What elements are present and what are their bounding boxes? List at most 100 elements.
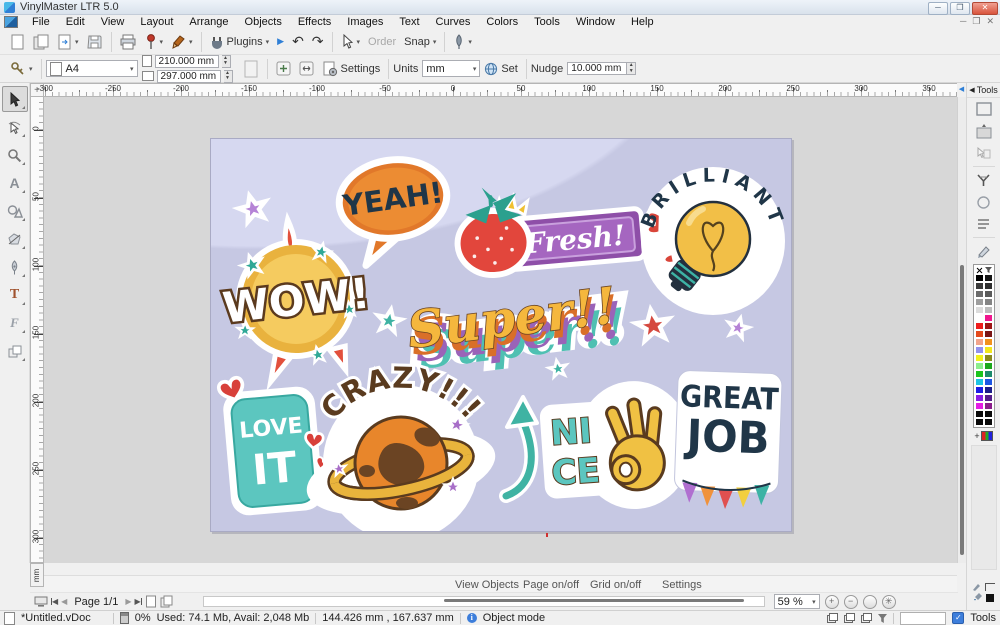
color-swatch[interactable]	[975, 330, 984, 338]
zoom-fit-button[interactable]	[863, 595, 877, 609]
redo-button[interactable]: ↷	[308, 31, 328, 53]
eraser-pen-button[interactable]	[972, 240, 996, 262]
tools-panel-header[interactable]: ◀ Tools	[967, 83, 1000, 98]
sticker-crazy[interactable]: CRAZY!!!	[299, 360, 503, 531]
menu-edit[interactable]: Edit	[58, 16, 93, 28]
undo-button[interactable]: ↶	[288, 31, 308, 53]
align-lines-button[interactable]	[972, 213, 996, 235]
menu-effects[interactable]: Effects	[290, 16, 339, 28]
nudge-field[interactable]: 10.000 mm	[567, 62, 627, 75]
color-swatch[interactable]	[984, 330, 993, 338]
vertical-ruler[interactable]: 050100150200250300	[30, 97, 44, 563]
copy-page-icon[interactable]	[160, 595, 174, 608]
tool-select[interactable]	[2, 86, 28, 112]
horizontal-scrollbar-thumb[interactable]	[444, 599, 744, 602]
vertical-scrollbar-thumb[interactable]	[960, 265, 964, 555]
horizontal-scrollbar[interactable]	[203, 596, 765, 607]
color-swatch[interactable]	[975, 402, 984, 410]
color-swatch[interactable]	[975, 322, 984, 330]
color-swatch[interactable]	[975, 418, 984, 426]
color-swatch[interactable]	[984, 306, 993, 314]
pin-button[interactable]: ▾	[141, 31, 168, 53]
sticker-brilliant[interactable]: BRILLIANT	[637, 164, 789, 315]
open-document-button[interactable]	[29, 31, 53, 53]
color-swatch[interactable]	[975, 410, 984, 418]
color-swatch[interactable]	[975, 386, 984, 394]
color-swatch[interactable]	[975, 314, 984, 322]
menu-help[interactable]: Help	[623, 16, 662, 28]
color-swatch[interactable]	[984, 338, 993, 346]
units-select[interactable]: mm ▾	[422, 60, 480, 77]
doc-restore-button[interactable]: ❐	[972, 16, 980, 27]
new-document-button[interactable]	[6, 31, 29, 53]
doc-minimize-button[interactable]: ─	[960, 16, 966, 27]
restore-button[interactable]: ❐	[950, 2, 970, 15]
system-menu-icon[interactable]	[4, 16, 18, 28]
sticker-great-job[interactable]: GREAT JOB	[674, 370, 783, 511]
arrow-sticker[interactable]	[506, 397, 537, 496]
color-swatch[interactable]	[975, 298, 984, 306]
fill-color-indicator[interactable]	[986, 594, 994, 602]
tool-node-edit[interactable]	[2, 114, 28, 140]
color-swatch[interactable]	[984, 394, 993, 402]
sticker-super[interactable]: Super!! Super!! Super!! Super!! Super!!	[404, 275, 630, 382]
color-swatch[interactable]	[984, 378, 993, 386]
color-swatch[interactable]	[975, 290, 984, 298]
import-button[interactable]: ▾	[53, 31, 83, 53]
minimize-button[interactable]: ─	[928, 2, 948, 15]
fill-none-button[interactable]	[972, 98, 996, 120]
color-swatch[interactable]	[984, 386, 993, 394]
tools-checkbox[interactable]: ✓	[952, 612, 964, 624]
color-swatch[interactable]	[984, 410, 993, 418]
color-swatch[interactable]	[984, 346, 993, 354]
page-settings-button[interactable]: Settings	[318, 58, 385, 80]
color-swatch[interactable]	[984, 298, 993, 306]
prev-page-button[interactable]: ◀	[61, 597, 67, 606]
add-palette-button[interactable]: +	[974, 431, 992, 441]
view-objects-link[interactable]: View Objects	[455, 579, 519, 591]
menu-layout[interactable]: Layout	[132, 16, 181, 28]
close-button[interactable]: ✕	[972, 2, 998, 15]
canvas[interactable]: YEAH! WOW!	[44, 97, 957, 563]
tool-duplicate[interactable]	[2, 338, 28, 364]
grid-onoff-link[interactable]: Grid on/off	[590, 579, 641, 591]
tool-text-effects[interactable]: F	[2, 310, 28, 336]
set-units-button[interactable]: Set	[480, 58, 522, 80]
color-swatch[interactable]	[975, 346, 984, 354]
plugins-button[interactable]: Plugins▾	[206, 31, 274, 53]
plume-button[interactable]: ▾	[449, 31, 476, 53]
color-swatch[interactable]	[975, 362, 984, 370]
zoom-out-button[interactable]: −	[844, 595, 858, 609]
color-swatch[interactable]	[984, 402, 993, 410]
sticker-nice[interactable]: NI CE	[538, 377, 697, 515]
next-page-button[interactable]: ▶	[125, 597, 131, 606]
page-height-field[interactable]: 297.000 mm	[157, 70, 221, 83]
menu-objects[interactable]: Objects	[237, 16, 290, 28]
snap-button[interactable]: Snap▾	[400, 31, 440, 53]
page-preset-select[interactable]: A4 ▾	[46, 60, 138, 77]
horizontal-ruler[interactable]: -300-250-200-150-100-5005010015020025030…	[44, 83, 958, 97]
color-swatch[interactable]	[975, 378, 984, 386]
height-spinner[interactable]: ▲▼	[224, 70, 233, 83]
color-swatch[interactable]	[975, 282, 984, 290]
blank-page-button[interactable]	[239, 58, 263, 80]
menu-arrange[interactable]: Arrange	[181, 16, 236, 28]
order-button[interactable]: Order	[364, 31, 400, 53]
color-swatch[interactable]	[984, 322, 993, 330]
tool-text[interactable]: A	[2, 170, 28, 196]
menu-text[interactable]: Text	[391, 16, 427, 28]
color-swatch[interactable]	[975, 394, 984, 402]
menu-curves[interactable]: Curves	[428, 16, 479, 28]
page-onoff-link[interactable]: Page on/off	[523, 579, 579, 591]
settings-link[interactable]: Settings	[662, 579, 702, 591]
vinyl-spool-button[interactable]	[972, 169, 996, 191]
paint-button[interactable]: ▾	[167, 31, 197, 53]
add-page-button[interactable]	[272, 58, 295, 80]
palette-filter-icon[interactable]	[984, 266, 993, 274]
layers-icon-1[interactable]	[827, 613, 838, 623]
ruler-unit-button[interactable]: mm	[30, 563, 44, 587]
sticker-wow[interactable]: WOW!	[214, 212, 377, 387]
color-swatch[interactable]	[975, 338, 984, 346]
width-spinner[interactable]: ▲▼	[222, 55, 231, 68]
no-color-swatch[interactable]	[975, 266, 984, 274]
